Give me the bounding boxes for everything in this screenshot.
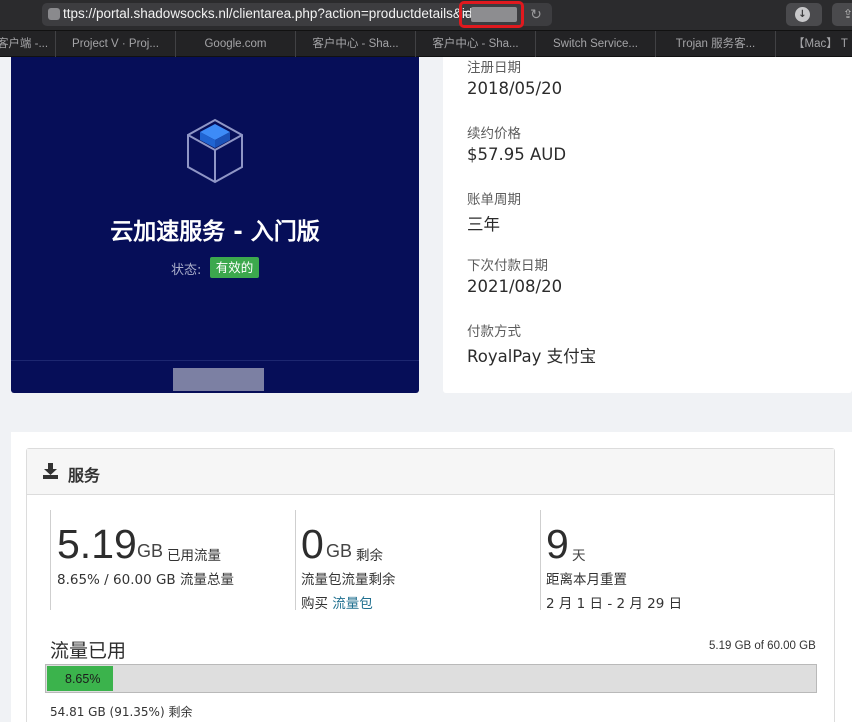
used-traffic-unit: GB (137, 541, 164, 561)
share-icon[interactable]: ⇪ (832, 3, 852, 26)
used-traffic-detail: 8.65% / 60.00 GB 流量总量 (57, 572, 234, 588)
next-due-date-label: 下次付款日期 (467, 258, 548, 274)
remaining-traffic-unit: GB (326, 541, 353, 561)
service-title: 服务 (68, 466, 101, 485)
stat-divider (295, 510, 296, 610)
tab-item[interactable]: 客户端 -... (0, 31, 56, 57)
card-divider (11, 360, 419, 361)
tab-bar: 客户端 -... Project V · Proj... Google.com … (0, 30, 852, 57)
payment-method-value: RoyalPay 支付宝 (467, 347, 597, 366)
buy-traffic-package-link[interactable]: 流量包 (332, 596, 373, 612)
billing-cycle-label: 账单周期 (467, 192, 521, 208)
status-label: 状态: (171, 263, 202, 278)
buy-traffic-line: 购买 流量包 (301, 592, 373, 612)
status-badge: 有效的 (210, 257, 259, 278)
usage-summary: 5.19 GB of 60.00 GB (709, 640, 816, 652)
tab-item[interactable]: 【Mac】 T (776, 31, 852, 57)
download-arrow-icon: ↓ (798, 9, 807, 20)
redacted-footer-button[interactable] (173, 368, 264, 391)
product-title: 云加速服务 - 入门版 (110, 219, 320, 245)
stat-divider (50, 510, 51, 610)
used-traffic-value: 5.19 (57, 521, 137, 567)
tab-item[interactable]: Switch Service... (536, 31, 656, 57)
tab-item[interactable]: 客户中心 - Sha... (416, 31, 536, 57)
used-traffic-label: 已用流量 (167, 548, 221, 564)
remaining-traffic-value: 0 (301, 521, 324, 567)
traffic-package-remaining: 流量包流量剩余 (301, 572, 396, 588)
days-until-reset-value: 9 (546, 521, 569, 567)
cube-icon (187, 118, 243, 184)
payment-method-label: 付款方式 (467, 324, 521, 340)
site-favicon-icon (48, 8, 60, 20)
stat-divider (540, 510, 541, 610)
renewal-price-value: $57.95 AUD (467, 145, 567, 164)
annotation-highlight-box (459, 1, 524, 28)
reload-icon[interactable]: ↻ (527, 6, 545, 24)
service-panel-header (27, 449, 834, 495)
buy-prefix: 购买 (301, 596, 328, 612)
billing-cycle-value: 三年 (467, 215, 500, 234)
traffic-progress-bar (45, 664, 817, 693)
download-icon (43, 463, 58, 479)
reset-date-range: 2 月 1 日 - 2 月 29 日 (546, 596, 683, 612)
tab-item[interactable]: 客户中心 - Sha... (296, 31, 416, 57)
progress-percent-text: 8.65% (65, 672, 101, 686)
remaining-traffic-label: 剩余 (356, 548, 383, 564)
next-due-date-value: 2021/08/20 (467, 277, 563, 296)
days-unit: 天 (572, 548, 586, 563)
tab-item[interactable]: Trojan 服务客... (656, 31, 776, 57)
remaining-traffic-text: 54.81 GB (91.35%) 剩余 (50, 705, 193, 719)
tab-item[interactable]: Google.com (176, 31, 296, 57)
url-text[interactable]: ttps://portal.shadowsocks.nl/clientarea.… (63, 6, 472, 21)
usage-title: 流量已用 (50, 640, 127, 662)
days-until-reset-label: 距离本月重置 (546, 572, 627, 588)
registration-date-value: 2018/05/20 (467, 79, 563, 98)
renewal-price-label: 续约价格 (467, 126, 521, 142)
registration-date-label: 注册日期 (467, 60, 521, 76)
tab-item[interactable]: Project V · Proj... (56, 31, 176, 57)
